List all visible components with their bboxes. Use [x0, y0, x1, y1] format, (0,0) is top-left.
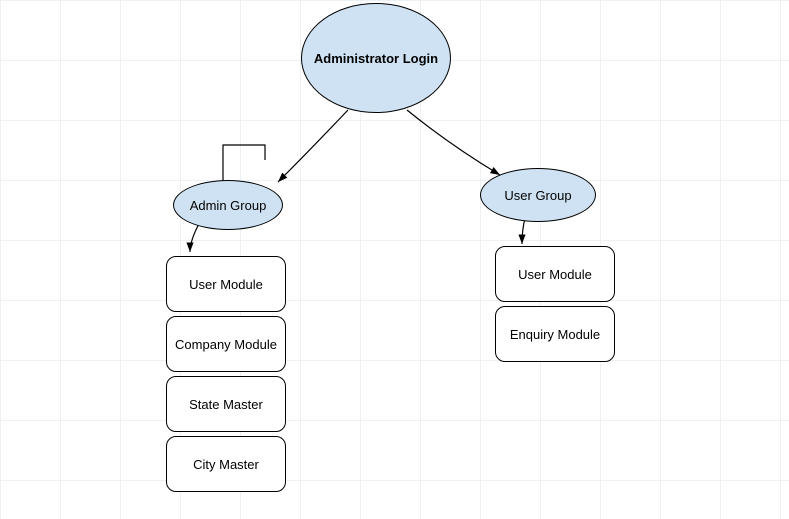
node-label: Admin Group	[190, 198, 267, 213]
edge-user-to-modules	[522, 218, 525, 244]
node-user-module: User Module	[495, 246, 615, 302]
node-label: User Group	[504, 188, 571, 203]
node-label: Company Module	[175, 337, 277, 352]
edge-admin-to-modules	[190, 222, 200, 252]
node-admin-module: Company Module	[166, 316, 286, 372]
node-label: User Module	[518, 267, 592, 282]
node-admin-module: City Master	[166, 436, 286, 492]
node-label: State Master	[189, 397, 263, 412]
node-user-module: Enquiry Module	[495, 306, 615, 362]
edge-root-to-admin	[278, 110, 348, 182]
node-label: City Master	[193, 457, 259, 472]
node-admin-module: User Module	[166, 256, 286, 312]
diagram-canvas: Administrator Login Admin Group User Gro…	[0, 0, 789, 519]
node-label: Enquiry Module	[510, 327, 600, 342]
node-admin-group: Admin Group	[173, 180, 283, 230]
node-user-group: User Group	[480, 168, 596, 222]
node-administrator-login: Administrator Login	[301, 3, 451, 113]
node-label: User Module	[189, 277, 263, 292]
edge-root-to-user	[407, 110, 500, 175]
node-label: Administrator Login	[314, 51, 438, 66]
node-admin-module: State Master	[166, 376, 286, 432]
edge-admin-self-loop	[223, 145, 265, 185]
